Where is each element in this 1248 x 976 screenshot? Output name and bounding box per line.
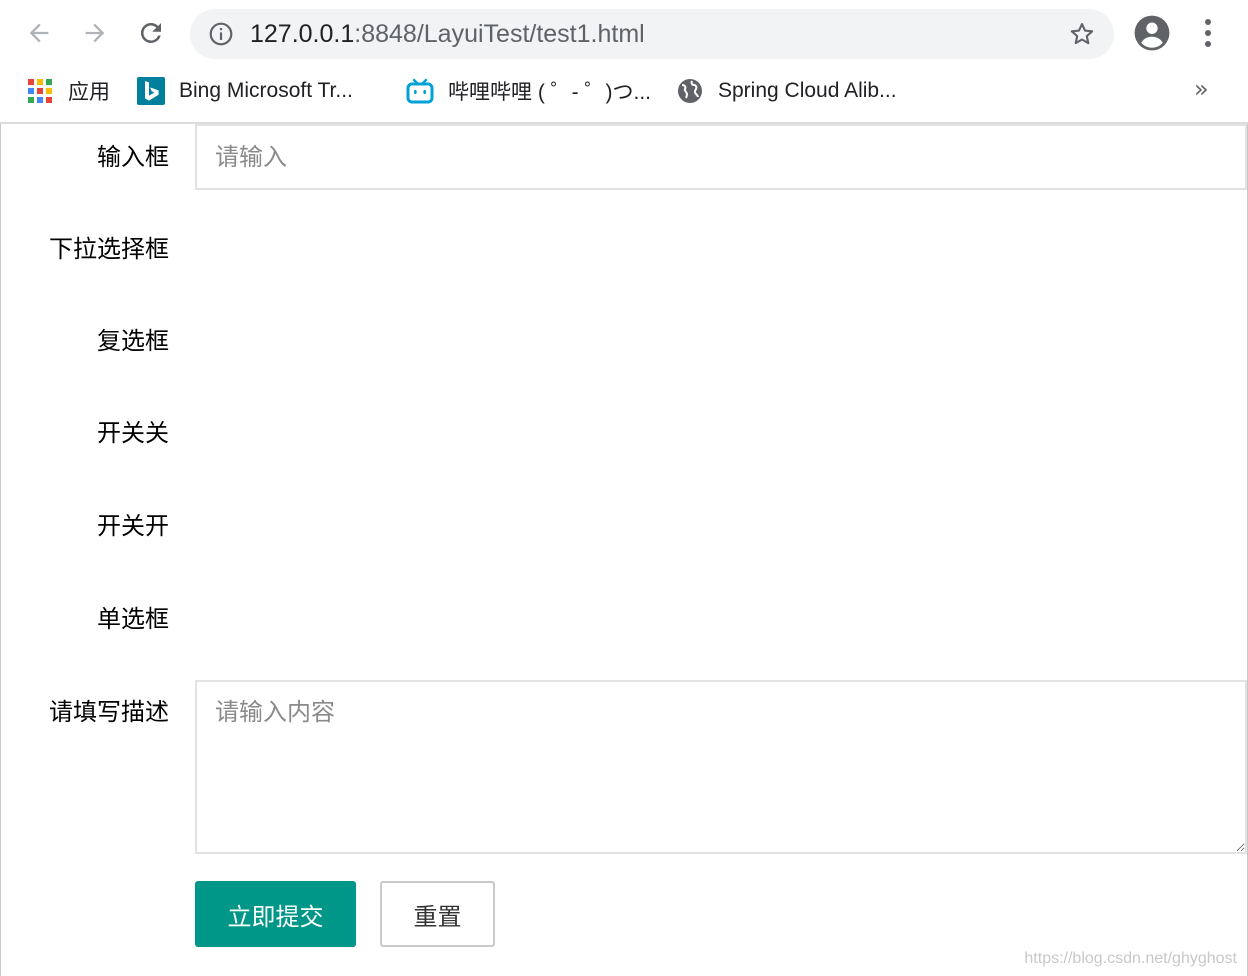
form-item-description: 请填写描述 — [1, 680, 1248, 856]
switch-on-label: 开关开 — [97, 512, 169, 540]
reload-button[interactable] — [131, 13, 171, 53]
reset-button[interactable]: 重置 — [380, 881, 495, 947]
url-host: 127.0.0.1 — [250, 20, 355, 48]
bookmark-label: Bing Microsoft Tr... — [179, 79, 353, 102]
bookmark-label: 应用 — [68, 81, 110, 104]
checkbox-label: 复选框 — [97, 327, 169, 355]
back-button[interactable] — [19, 13, 59, 53]
bookmark-spring[interactable]: Spring Cloud Alib... — [676, 66, 897, 116]
form-item-checkbox: 复选框 — [1, 310, 1248, 376]
form-item-input: 输入框 — [1, 124, 1248, 190]
arrow-right-icon — [85, 23, 105, 43]
bookmarks-bar: 应用 Bing Microsoft Tr... 哔哩哔哩 ( ゜- ゜)つ... — [0, 66, 1248, 116]
switch-off-label: 开关关 — [97, 419, 169, 447]
account-icon[interactable] — [1133, 14, 1171, 52]
bilibili-icon — [406, 78, 434, 104]
bookmarks-overflow-button[interactable]: » — [1194, 66, 1209, 112]
bing-icon — [137, 77, 165, 105]
radio-label: 单选框 — [97, 605, 169, 633]
bookmark-label: 哔哩哔哩 ( ゜- ゜)つ... — [448, 81, 651, 104]
url-path: :8848/LayuiTest/test1.html — [354, 20, 645, 48]
bookmark-apps[interactable]: 应用 — [26, 66, 110, 116]
bookmark-bilibili[interactable]: 哔哩哔哩 ( ゜- ゜)つ... — [406, 66, 651, 116]
description-label: 请填写描述 — [49, 698, 169, 726]
submit-button[interactable]: 立即提交 — [195, 881, 356, 947]
more-vert-icon[interactable] — [1196, 16, 1220, 50]
form-item-select: 下拉选择框 — [1, 217, 1248, 283]
bookmark-bing[interactable]: Bing Microsoft Tr... — [137, 66, 353, 116]
page-content: 输入框 下拉选择框 复选框 开关关 开关开 单选框 请填写描述 立即提交 重置 … — [0, 124, 1248, 976]
apps-grid-icon — [28, 79, 52, 103]
form-item-switch-on: 开关开 — [1, 496, 1248, 562]
title-input[interactable] — [195, 124, 1247, 190]
browser-toolbar: 127.0.0.1:8848/LayuiTest/test1.html — [0, 0, 1248, 66]
arrow-left-icon — [29, 23, 49, 43]
forward-button[interactable] — [75, 13, 115, 53]
info-icon[interactable] — [208, 21, 234, 47]
browser-chrome: 127.0.0.1:8848/LayuiTest/test1.html 应用 B… — [0, 0, 1248, 124]
form-item-switch-off: 开关关 — [1, 403, 1248, 469]
description-textarea[interactable] — [195, 680, 1247, 854]
form-item-radio: 单选框 — [1, 589, 1248, 655]
globe-icon — [678, 79, 702, 103]
reload-icon — [140, 22, 161, 43]
input-label: 输入框 — [97, 143, 169, 171]
select-label: 下拉选择框 — [49, 235, 169, 263]
bookmark-label: Spring Cloud Alib... — [718, 79, 897, 102]
star-icon[interactable] — [1068, 20, 1096, 48]
form-actions: 立即提交 重置 — [1, 881, 1248, 947]
address-bar[interactable]: 127.0.0.1:8848/LayuiTest/test1.html — [190, 9, 1114, 59]
url-text[interactable]: 127.0.0.1:8848/LayuiTest/test1.html — [250, 9, 645, 59]
watermark: https://blog.csdn.net/ghyghost — [1024, 950, 1237, 967]
